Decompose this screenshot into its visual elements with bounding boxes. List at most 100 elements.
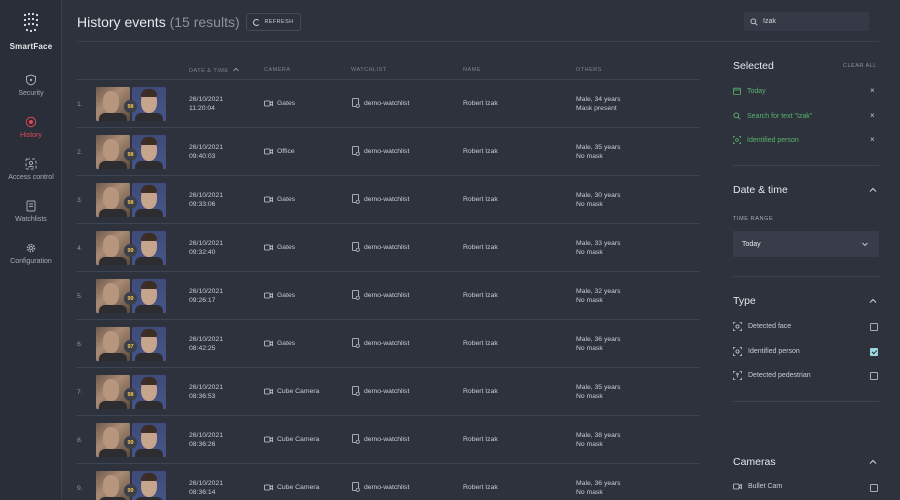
watchlist-name: demo-watchlist (364, 388, 410, 395)
watchlist-name: demo-watchlist (364, 148, 410, 155)
watchlist-icon (352, 338, 360, 348)
person-name: Robert Izak (463, 148, 498, 155)
column-header-others[interactable]: OTHERS (576, 67, 602, 73)
table-header: DATE & TIME CAMERA WATCHLIST NAME OTHERS (0, 67, 700, 79)
others-info: Male, 36 years No mask (576, 336, 621, 352)
camera-name: Gates (277, 340, 296, 347)
camera-icon (264, 388, 273, 395)
table-row[interactable]: 7. 98 26/10/2021 08:36:53 Cube Camera dem… (0, 368, 700, 416)
search-icon (750, 17, 758, 26)
watchlist-face-thumbnail[interactable] (132, 231, 166, 265)
others-info: Male, 30 years No mask (576, 192, 621, 208)
chevron-down-icon (862, 242, 868, 247)
refresh-icon (253, 18, 261, 26)
search-input[interactable] (763, 18, 863, 25)
row-index: 7. (77, 389, 83, 396)
watchlist-face-thumbnail[interactable] (132, 183, 166, 217)
camera-icon (264, 340, 273, 347)
logo[interactable]: SmartFace (0, 12, 62, 51)
watchlist-name: demo-watchlist (364, 292, 410, 299)
match-score-badge: 98 (124, 100, 137, 113)
table-row[interactable]: 8. 99 26/10/2021 08:36:26 Cube Camera dem… (0, 416, 700, 464)
refresh-label: REFRESH (264, 19, 294, 25)
camera-icon (264, 196, 273, 203)
table-row[interactable]: 9. 99 26/10/2021 08:36:14 Cube Camera dem… (0, 464, 700, 500)
chevron-up-icon[interactable] (868, 457, 878, 467)
event-datetime: 26/10/2021 09:32:40 (189, 240, 224, 256)
table-row[interactable]: 5. 99 26/10/2021 09:26:17 Gates demo-watc… (0, 272, 700, 320)
match-score-badge: 99 (124, 484, 137, 497)
row-index: 8. (77, 437, 83, 444)
watchlist-face-thumbnail[interactable] (132, 423, 166, 457)
camera-icon (264, 436, 273, 443)
watchlist-icon (352, 386, 360, 396)
event-datetime: 26/10/2021 08:42:25 (189, 336, 224, 352)
row-index: 3. (77, 197, 83, 204)
others-info: Male, 35 years No mask (576, 384, 621, 400)
watchlist-icon (352, 290, 360, 300)
watchlist-icon (352, 242, 360, 252)
match-score-badge: 99 (124, 436, 137, 449)
watchlist-face-thumbnail[interactable] (132, 87, 166, 121)
chevron-up-icon[interactable] (868, 296, 878, 306)
camera-filter-bullet-cam[interactable]: Bullet Cam (733, 483, 782, 490)
table-row[interactable]: 1. 98 26/10/2021 11:20:04 Gates demo-watc… (0, 80, 700, 128)
match-score-badge: 98 (124, 388, 137, 401)
watchlist-name: demo-watchlist (364, 244, 410, 251)
watchlist-icon (352, 434, 360, 444)
match-score-badge: 97 (124, 340, 137, 353)
person-name: Robert Izak (463, 196, 498, 203)
column-header-name[interactable]: NAME (463, 67, 481, 73)
search-icon (733, 112, 741, 120)
table-row[interactable]: 3. 98 26/10/2021 09:33:06 Gates demo-watc… (0, 176, 700, 224)
watchlist-face-thumbnail[interactable] (132, 471, 166, 500)
panel-divider (733, 276, 879, 277)
remove-filter-today-icon[interactable]: × (870, 86, 875, 95)
identified-person-icon (733, 347, 742, 356)
row-index: 9. (77, 485, 83, 492)
clear-all-button[interactable]: CLEAR ALL (843, 63, 877, 69)
row-index: 2. (77, 149, 83, 156)
table-row[interactable]: 4. 99 26/10/2021 09:32:40 Gates demo-watc… (0, 224, 700, 272)
match-score-badge: 99 (124, 292, 137, 305)
camera-name: Cube Camera (277, 484, 320, 491)
column-header-camera[interactable]: CAMERA (264, 67, 291, 73)
others-info: Male, 34 years Mask present (576, 96, 621, 112)
type-detected-face[interactable]: Detected face (733, 322, 791, 331)
selected-filter-identified-person: Identified person (733, 136, 799, 144)
time-range-select[interactable]: Today (733, 231, 879, 257)
refresh-button[interactable]: REFRESH (246, 13, 301, 31)
selected-filter-today: Today (733, 87, 766, 95)
type-detected-pedestrian[interactable]: Detected pedestrian (733, 371, 811, 380)
remove-filter-search-icon[interactable]: × (870, 111, 875, 120)
search-box[interactable] (744, 12, 869, 31)
watchlist-icon (352, 98, 360, 108)
watchlist-face-thumbnail[interactable] (132, 135, 166, 169)
type-detected-pedestrian-checkbox[interactable] (870, 372, 878, 380)
type-identified-person-checkbox[interactable] (870, 348, 878, 356)
cameras-title: Cameras (733, 456, 776, 468)
camera-icon (733, 483, 742, 490)
type-identified-person[interactable]: Identified person (733, 347, 800, 356)
watchlist-face-thumbnail[interactable] (132, 375, 166, 409)
column-header-watchlist[interactable]: WATCHLIST (351, 67, 387, 73)
result-count: (15 results) (169, 14, 240, 30)
watchlist-icon (352, 194, 360, 204)
type-detected-face-checkbox[interactable] (870, 323, 878, 331)
watchlist-name: demo-watchlist (364, 196, 410, 203)
event-datetime: 26/10/2021 08:36:14 (189, 480, 224, 496)
table-row[interactable]: 2. 98 26/10/2021 09:40:03 Office demo-wat… (0, 128, 700, 176)
watchlist-face-thumbnail[interactable] (132, 327, 166, 361)
person-name: Robert Izak (463, 436, 498, 443)
header-divider (77, 41, 879, 42)
watchlist-face-thumbnail[interactable] (132, 279, 166, 313)
event-datetime: 26/10/2021 09:40:03 (189, 144, 224, 160)
table-row[interactable]: 6. 97 26/10/2021 08:42:25 Gates demo-watc… (0, 320, 700, 368)
others-info: Male, 32 years No mask (576, 288, 621, 304)
chevron-up-icon[interactable] (868, 185, 878, 195)
time-range-label: TIME RANGE (733, 216, 774, 222)
column-header-date-time[interactable]: DATE & TIME (189, 67, 239, 74)
selected-filter-search: Search for text "Izak" (733, 112, 812, 120)
remove-filter-identified-icon[interactable]: × (870, 135, 875, 144)
camera-filter-bullet-cam-checkbox[interactable] (870, 484, 878, 492)
